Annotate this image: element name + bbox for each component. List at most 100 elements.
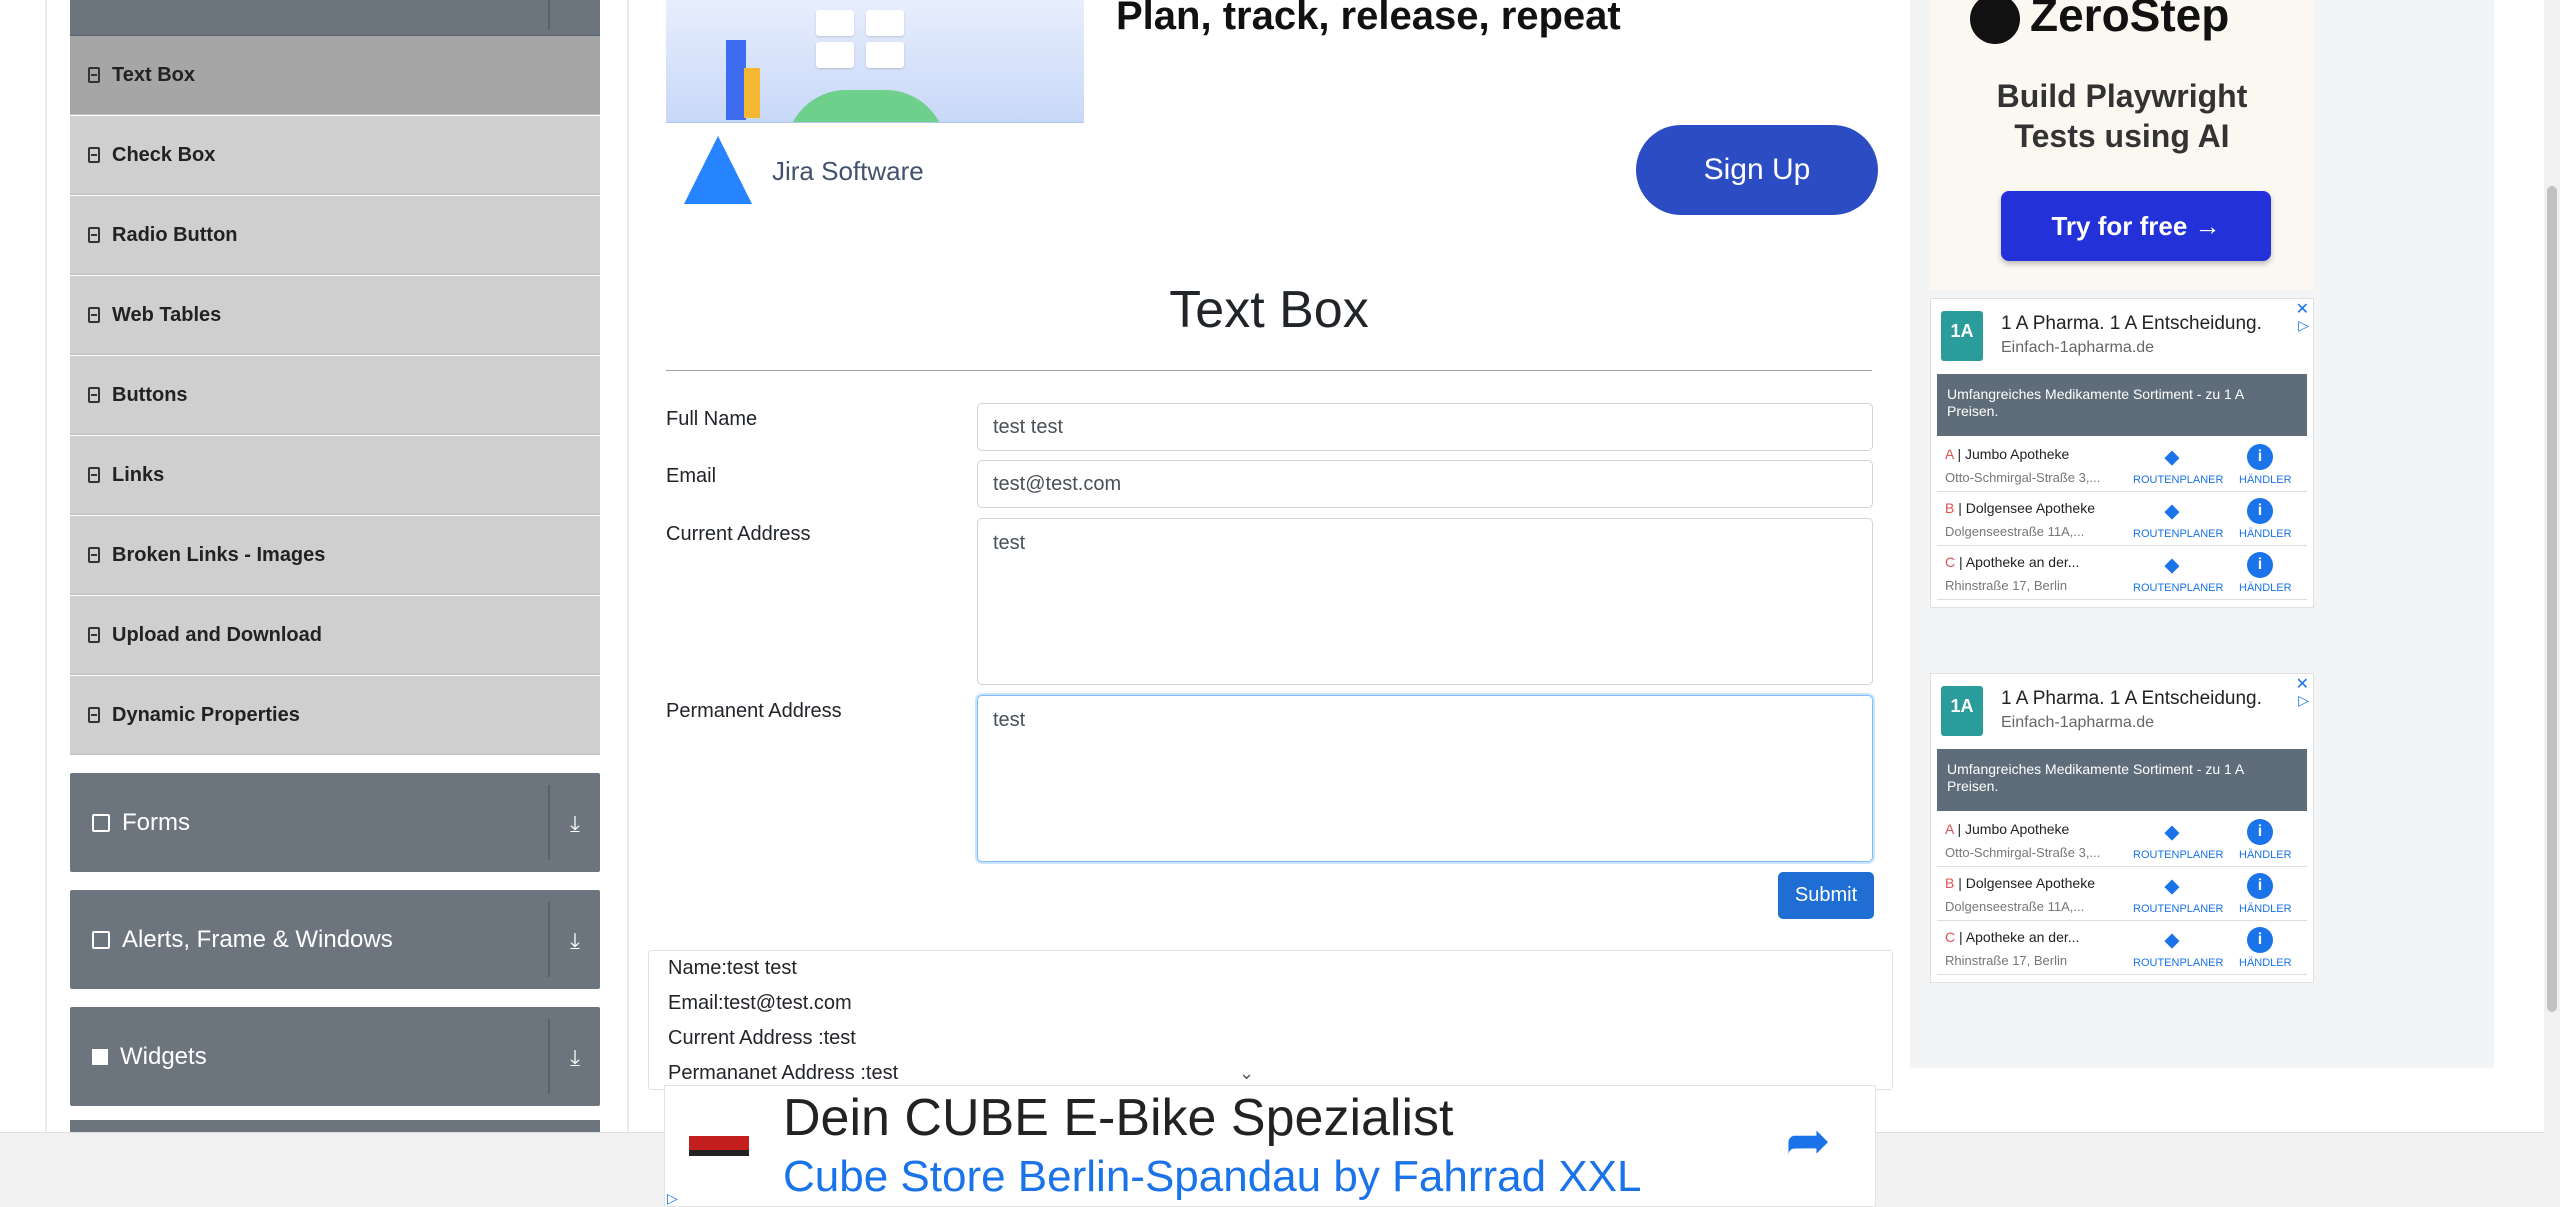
download-icon: ⤓	[570, 928, 580, 953]
sidebar-group-forms[interactable]: Forms ⤓	[70, 773, 600, 872]
sidebar-item-text-box[interactable]: Text Box	[70, 36, 600, 115]
sidebar-item-label: Buttons	[112, 383, 188, 406]
download-icon: ⤓	[570, 1045, 580, 1070]
close-icon[interactable]: ✕	[2296, 299, 2309, 319]
email-input[interactable]: test@test.com	[977, 460, 1873, 508]
directions-icon[interactable]: ⬥	[2159, 927, 2185, 953]
try-for-free-button[interactable]: Try for free →	[2001, 191, 2271, 261]
chevron-down-icon[interactable]: ⌄	[1239, 1063, 1254, 1084]
store-row[interactable]: C | Apotheke an der... Rhinstraße 17, Be…	[1937, 546, 2307, 600]
output-current-address: Current Address :test	[668, 1027, 856, 1049]
info-icon[interactable]: i	[2247, 927, 2273, 953]
close-icon[interactable]: ✕	[2296, 674, 2309, 694]
sidebar-item-links[interactable]: Links	[70, 436, 600, 515]
sidebar-item-buttons[interactable]: Buttons	[70, 356, 600, 435]
permanent-address-textarea[interactable]: test	[977, 695, 1873, 862]
store-row[interactable]: A | Jumbo Apotheke Otto-Schmirgal-Straße…	[1937, 813, 2307, 867]
sidebar-group-widgets[interactable]: Widgets ⤓	[70, 1007, 600, 1106]
ad-headline: Plan, track, release, repeat	[1116, 0, 1621, 38]
sidebar-group-label: Forms	[122, 808, 190, 836]
pharma-title[interactable]: 1 A Pharma. 1 A Entscheidung.	[2001, 313, 2262, 335]
html-icon	[88, 547, 100, 563]
window-icon	[92, 930, 110, 949]
elements-group-header[interactable]	[70, 0, 600, 36]
directions-icon[interactable]: ⬥	[2159, 873, 2185, 899]
right-ad-column: ZeroStep Build Playwright Tests using AI…	[1910, 0, 2494, 1068]
output-name: Name:test test	[668, 957, 797, 979]
store-row[interactable]: B | Dolgensee Apotheke Dolgenseestraße 1…	[1937, 492, 2307, 546]
directions-icon[interactable]: ⬥	[2159, 552, 2185, 578]
full-name-input[interactable]: test test	[977, 403, 1873, 451]
sidebar-group-label: Widgets	[120, 1042, 207, 1070]
sidebar-item-label: Broken Links - Images	[112, 543, 326, 566]
sidebar-divider	[627, 0, 629, 1132]
html-icon	[88, 387, 100, 403]
submit-button[interactable]: Submit	[1778, 872, 1874, 919]
sidebar: Text Box Check Box Radio Button Web Tabl…	[70, 0, 600, 1132]
ad-line-2[interactable]: Cube Store Berlin-Spandau by Fahrrad XXL	[783, 1152, 1642, 1202]
sidebar-item-upload-download[interactable]: Upload and Download	[70, 596, 600, 675]
full-name-label: Full Name	[666, 408, 758, 430]
adchoices-icon[interactable]: ▷	[667, 1190, 678, 1207]
html-icon	[88, 707, 100, 723]
sidebar-item-label: Web Tables	[112, 303, 222, 326]
info-icon[interactable]: i	[2247, 498, 2273, 524]
sidebar-item-check-box[interactable]: Check Box	[70, 116, 600, 195]
email-label: Email	[666, 465, 717, 487]
sidebar-group-alerts[interactable]: Alerts, Frame & Windows ⤓	[70, 890, 600, 989]
info-icon[interactable]: i	[2247, 819, 2273, 845]
sidebar-group-label: Alerts, Frame & Windows	[122, 925, 393, 953]
sidebar-item-broken-links[interactable]: Broken Links - Images	[70, 516, 600, 595]
html-icon	[88, 227, 100, 243]
directions-icon[interactable]: ➦	[1775, 1108, 1841, 1174]
scroll-thumb[interactable]	[2547, 186, 2557, 1012]
zerostep-ad[interactable]: ZeroStep Build Playwright Tests using AI…	[1930, 0, 2314, 290]
pharma-title[interactable]: 1 A Pharma. 1 A Entscheidung.	[2001, 688, 2262, 710]
sign-up-button[interactable]: Sign Up	[1636, 125, 1878, 215]
sidebar-item-label: Radio Button	[112, 223, 238, 246]
sidebar-item-label: Text Box	[112, 63, 195, 86]
zerostep-tagline: Build Playwright Tests using AI	[1996, 78, 2248, 154]
info-icon[interactable]: i	[2247, 552, 2273, 578]
current-address-textarea[interactable]: test	[977, 518, 1873, 685]
sidebar-item-label: Dynamic Properties	[112, 703, 300, 726]
current-address-label: Current Address	[666, 523, 811, 545]
sidebar-item-dynamic-properties[interactable]: Dynamic Properties	[70, 676, 600, 755]
ad-line-1: Dein CUBE E-Bike Spezialist	[783, 1089, 1454, 1147]
page-left-border	[45, 0, 47, 1132]
directions-icon[interactable]: ⬥	[2159, 498, 2185, 524]
sidebar-item-web-tables[interactable]: Web Tables	[70, 276, 600, 355]
directions-icon[interactable]: ⬥	[2159, 444, 2185, 470]
store-row[interactable]: A | Jumbo Apotheke Otto-Schmirgal-Straße…	[1937, 438, 2307, 492]
jira-ad[interactable]: Plan, track, release, repeat Jira Softwa…	[666, 0, 1878, 220]
pharma-banner: Umfangreiches Medikamente Sortiment - zu…	[1937, 374, 2307, 436]
directions-icon[interactable]: ⬥	[2159, 819, 2185, 845]
sidebar-group-next[interactable]	[70, 1120, 600, 1132]
permanent-address-label: Permanent Address	[666, 700, 842, 722]
store-row[interactable]: B | Dolgensee Apotheke Dolgenseestraße 1…	[1937, 867, 2307, 921]
pharma-ad[interactable]: ✕ ▷ 1A 1 A Pharma. 1 A Entscheidung. Ein…	[1930, 298, 2314, 608]
adchoices-icon[interactable]: ▷	[2298, 692, 2309, 709]
info-icon[interactable]: i	[2247, 873, 2273, 899]
html-icon	[88, 307, 100, 323]
adchoices-icon[interactable]: ▷	[2298, 317, 2309, 334]
main-content: Plan, track, release, repeat Jira Softwa…	[648, 0, 1893, 1132]
html-icon	[88, 467, 100, 483]
form-icon	[92, 813, 110, 832]
cube-ebike-ad[interactable]: Dein CUBE E-Bike Spezialist Cube Store B…	[664, 1085, 1876, 1207]
pharma-ad[interactable]: ✕ ▷ 1A 1 A Pharma. 1 A Entscheidung. Ein…	[1930, 673, 2314, 983]
jira-logo-icon	[684, 136, 752, 204]
ad-illustration	[666, 0, 1084, 123]
output-email: Email:test@test.com	[668, 992, 852, 1014]
ad-brand: Jira Software	[772, 156, 924, 186]
scrollbar[interactable]	[2544, 0, 2560, 1207]
info-icon[interactable]: i	[2247, 444, 2273, 470]
sidebar-item-label: Links	[112, 463, 165, 486]
pharma-logo: 1A	[1941, 686, 1983, 736]
sidebar-item-label: Upload and Download	[112, 623, 322, 646]
pharma-logo: 1A	[1941, 311, 1983, 361]
output-panel: Name:test test Email:test@test.com Curre…	[648, 950, 1893, 1090]
store-row[interactable]: C | Apotheke an der... Rhinstraße 17, Be…	[1937, 921, 2307, 975]
zerostep-logo-icon	[1970, 0, 2020, 44]
sidebar-item-radio-button[interactable]: Radio Button	[70, 196, 600, 275]
